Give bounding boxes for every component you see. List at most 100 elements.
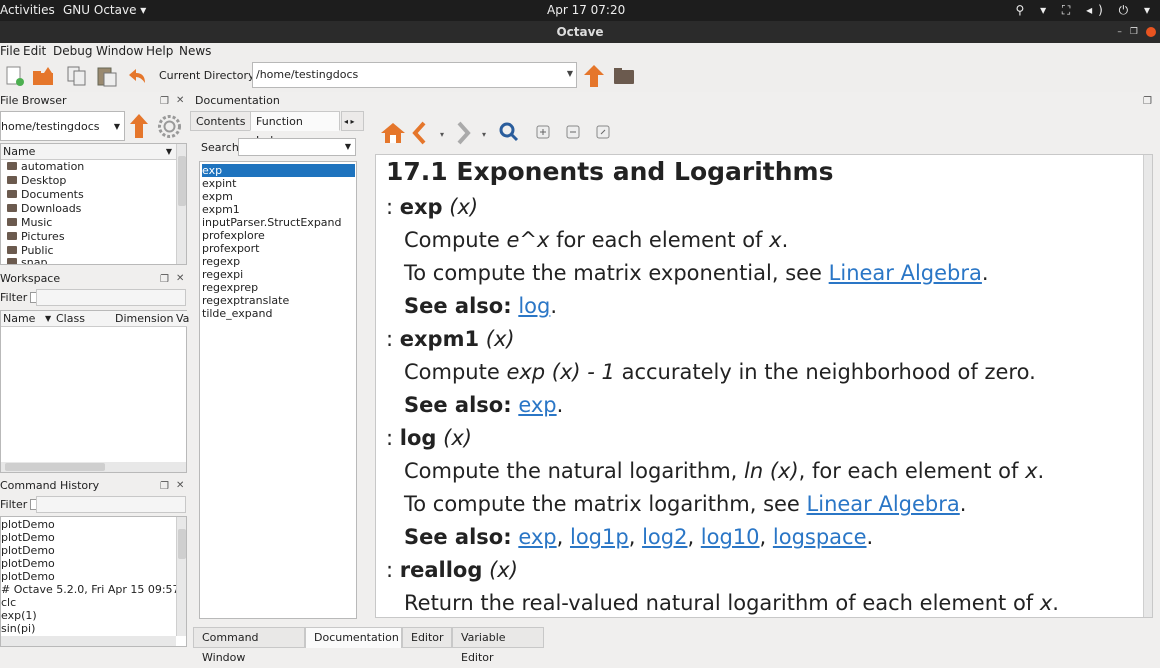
column-name[interactable]: Name xyxy=(3,311,35,327)
home-icon[interactable] xyxy=(380,121,406,145)
list-item[interactable]: exp(1) xyxy=(1,609,37,622)
tab-contents[interactable]: Contents xyxy=(190,111,252,131)
tab-function-index[interactable]: Function Index xyxy=(250,111,340,147)
parent-directory-icon[interactable] xyxy=(129,113,149,139)
menu-window[interactable]: Window xyxy=(96,44,143,58)
new-script-icon[interactable] xyxy=(4,65,26,87)
list-item[interactable]: profexport xyxy=(202,242,260,255)
chevron-down-icon[interactable]: ▾ xyxy=(440,130,444,139)
documentation-scrollbar[interactable] xyxy=(1143,155,1152,617)
list-item[interactable]: plotDemo xyxy=(1,557,55,570)
list-item[interactable]: # Octave 5.2.0, Fri Apr 15 09:57:07 20 xyxy=(1,583,177,596)
search-icon[interactable] xyxy=(499,122,519,142)
column-dimension[interactable]: Dimension xyxy=(115,311,173,327)
list-item[interactable]: plotDemo xyxy=(1,570,55,583)
list-item[interactable]: automation xyxy=(7,160,84,174)
tab-editor[interactable]: Editor xyxy=(402,627,452,648)
list-item[interactable]: Documents xyxy=(7,188,84,202)
list-item[interactable]: regexpi xyxy=(202,268,243,281)
zoom-in-icon[interactable] xyxy=(536,125,550,139)
list-item[interactable]: regexprep xyxy=(202,281,258,294)
paste-icon[interactable] xyxy=(96,65,118,87)
list-item[interactable]: snap xyxy=(7,258,47,264)
column-value[interactable]: Va xyxy=(176,311,189,327)
list-item[interactable]: tilde_expand xyxy=(202,307,272,320)
close-icon[interactable] xyxy=(1146,26,1156,37)
list-item[interactable]: exp xyxy=(202,164,355,177)
file-browser-path[interactable]: home/testingdocs ▼ xyxy=(0,111,125,141)
list-item[interactable]: plotDemo xyxy=(1,544,55,557)
link-linear-algebra[interactable]: Linear Algebra xyxy=(807,492,960,516)
tab-documentation[interactable]: Documentation xyxy=(305,627,402,648)
link-log[interactable]: log xyxy=(518,294,550,318)
list-item[interactable]: Public xyxy=(7,244,54,258)
scrollbar-thumb[interactable] xyxy=(178,529,186,559)
link-logspace[interactable]: logspace xyxy=(773,525,867,549)
menu-file[interactable]: File xyxy=(0,44,20,58)
list-item[interactable]: regexp xyxy=(202,255,240,268)
history-filter-input[interactable] xyxy=(36,496,186,513)
tab-variable-editor[interactable]: Variable Editor xyxy=(452,627,544,664)
scrollbar-thumb[interactable] xyxy=(178,156,186,206)
workspace-filter-input[interactable] xyxy=(36,289,186,306)
search-input[interactable]: ▼ xyxy=(238,138,356,156)
list-item[interactable]: Desktop xyxy=(7,174,66,188)
list-item[interactable]: plotDemo xyxy=(1,518,55,531)
menu-edit[interactable]: Edit xyxy=(23,44,46,58)
list-item[interactable]: Pictures xyxy=(7,230,65,244)
file-browser-column-header[interactable]: Name ▼ xyxy=(1,144,176,160)
menu-news[interactable]: News xyxy=(179,44,211,58)
list-item[interactable]: expm xyxy=(202,190,233,203)
list-item[interactable]: expint xyxy=(202,177,236,190)
undock-icon[interactable]: ❐ xyxy=(1143,96,1152,107)
tab-command-window[interactable]: Command Window xyxy=(193,627,305,664)
link-log10[interactable]: log10 xyxy=(701,525,760,549)
chevron-down-icon[interactable]: ▼ xyxy=(567,69,573,78)
undock-icon[interactable]: ❐ xyxy=(160,96,169,107)
chevron-down-icon[interactable]: ▾ xyxy=(482,130,486,139)
close-icon[interactable]: ✕ xyxy=(176,480,184,491)
current-directory-input[interactable]: /home/testingdocs ▼ xyxy=(252,62,577,88)
list-item[interactable]: profexplore xyxy=(202,229,265,242)
list-item[interactable]: Downloads xyxy=(7,202,81,216)
copy-icon[interactable] xyxy=(66,65,88,87)
link-log2[interactable]: log2 xyxy=(642,525,687,549)
system-tray[interactable]: ⚲ ▾ ⛶ ◂) ⏻ ▾ xyxy=(1015,3,1156,18)
app-menu-button[interactable]: GNU Octave ▾ xyxy=(63,3,146,17)
zoom-reset-icon[interactable] xyxy=(596,125,610,139)
close-icon[interactable]: ✕ xyxy=(176,95,184,106)
history-hscrollbar[interactable] xyxy=(1,636,176,646)
list-item[interactable]: sin(pi) xyxy=(1,622,35,635)
restore-icon[interactable]: ❐ xyxy=(1130,27,1146,37)
file-browser-scrollbar[interactable] xyxy=(176,144,186,264)
minimize-icon[interactable]: – xyxy=(1117,27,1130,37)
link-exp[interactable]: exp xyxy=(518,525,556,549)
list-item[interactable]: expm1 xyxy=(202,203,240,216)
undock-icon[interactable]: ❐ xyxy=(160,274,169,285)
list-item[interactable]: plotDemo xyxy=(1,531,55,544)
workspace-hscrollbar[interactable] xyxy=(1,462,186,472)
chevron-down-icon[interactable]: ▼ xyxy=(114,122,120,131)
parent-directory-icon[interactable] xyxy=(583,64,605,88)
scrollbar-thumb[interactable] xyxy=(5,463,105,471)
menu-help[interactable]: Help xyxy=(146,44,173,58)
clock[interactable]: Apr 17 07:20 xyxy=(547,3,625,17)
list-item[interactable]: regexptranslate xyxy=(202,294,289,307)
tab-scroll-arrows[interactable]: ◂ ▸ xyxy=(341,111,364,131)
chevron-down-icon[interactable]: ▼ xyxy=(345,142,351,151)
list-item[interactable]: Music xyxy=(7,216,52,230)
open-folder-icon[interactable] xyxy=(32,65,54,87)
link-log1p[interactable]: log1p xyxy=(570,525,629,549)
activities-button[interactable]: Activities xyxy=(0,3,55,17)
history-scrollbar[interactable] xyxy=(176,517,186,636)
column-class[interactable]: Class xyxy=(56,311,85,327)
undo-icon[interactable] xyxy=(126,65,148,87)
zoom-out-icon[interactable] xyxy=(566,125,580,139)
link-linear-algebra[interactable]: Linear Algebra xyxy=(829,261,982,285)
forward-icon[interactable] xyxy=(455,121,471,145)
list-item[interactable]: clc xyxy=(1,596,16,609)
gear-icon[interactable] xyxy=(156,113,183,140)
list-item[interactable]: inputParser.StructExpand xyxy=(202,216,342,229)
close-icon[interactable]: ✕ xyxy=(176,273,184,284)
back-icon[interactable] xyxy=(412,121,428,145)
